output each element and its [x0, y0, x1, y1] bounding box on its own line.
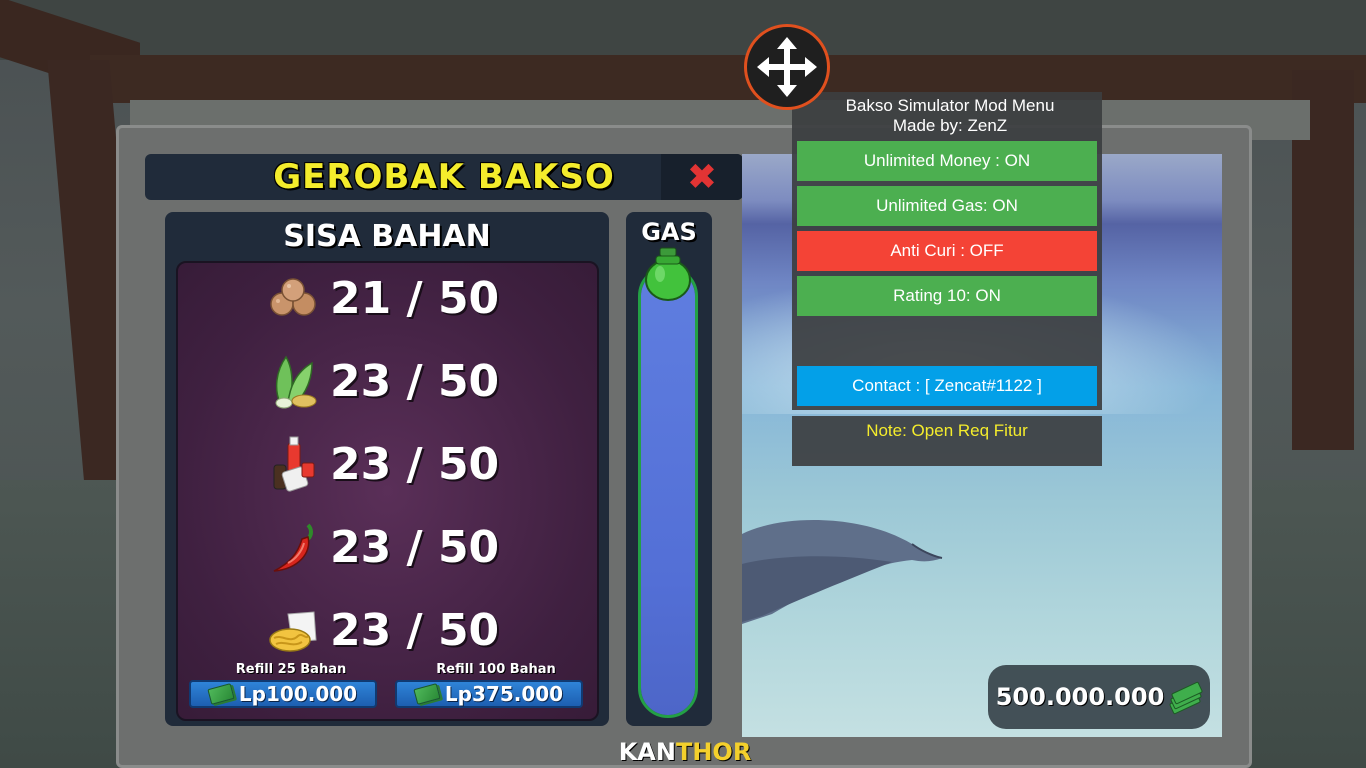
ingredient-row-sauce: 23 / 50 [268, 434, 588, 494]
money-stack-icon [1168, 681, 1204, 715]
mod-menu-title: Bakso Simulator Mod Menu Made by: ZenZ [792, 96, 1108, 136]
ingredient-row-noodles: 23 / 50 [268, 600, 588, 660]
mod-menu-note: Note: Open Req Fitur [792, 416, 1102, 466]
dolphin-image [742, 520, 943, 624]
cart-title: GEROBAK BAKSO [273, 157, 615, 197]
close-button[interactable]: ✖ [661, 154, 743, 200]
close-x-icon: ✖ [686, 156, 718, 198]
gas-gauge-fill [641, 269, 695, 715]
gas-gauge [638, 266, 698, 718]
ingredient-amount: 21 / 50 [330, 272, 500, 324]
mod-menu-title-line1: Bakso Simulator Mod Menu [845, 96, 1055, 115]
brand-part2: THOR [675, 738, 752, 766]
money-icon [413, 683, 441, 705]
ingredient-row-meatball: 21 / 50 [268, 268, 588, 328]
noodles-icon [268, 604, 320, 656]
ingredient-row-vegetable: 23 / 50 [268, 351, 588, 411]
scene-ceiling [0, 0, 1366, 60]
gas-tank-icon [642, 246, 694, 304]
toggle-unlimited-money[interactable]: Unlimited Money : ON [797, 141, 1097, 181]
refill-small-label: Refill 25 Bahan [235, 662, 347, 677]
brand-part1: KAN [618, 738, 676, 766]
ingredient-amount: 23 / 50 [330, 604, 500, 656]
sauce-bottles-icon [268, 436, 320, 492]
ingredient-amount: 23 / 50 [330, 438, 500, 490]
toggle-rating-10[interactable]: Rating 10: ON [797, 276, 1097, 316]
contact-button[interactable]: Contact : [ Zencat#1122 ] [797, 366, 1097, 406]
refill-small-button[interactable]: Lp100.000 [189, 680, 377, 708]
refill-large-button[interactable]: Lp375.000 [395, 680, 583, 708]
money-balance: 500.000.000 [988, 665, 1210, 729]
meatball-icon [268, 272, 320, 324]
toggle-unlimited-gas[interactable]: Unlimited Gas: ON [797, 186, 1097, 226]
money-balance-value: 500.000.000 [995, 683, 1165, 711]
gas-title: GAS [641, 218, 697, 246]
refill-large-label: Refill 100 Bahan [436, 662, 556, 677]
brand-logo: KAN THOR [600, 736, 770, 768]
chili-pepper-icon [268, 521, 320, 573]
ingredient-amount: 23 / 50 [330, 355, 500, 407]
toggle-anti-curi[interactable]: Anti Curi : OFF [797, 231, 1097, 271]
vegetable-noodle-icon [268, 355, 320, 409]
scene-beam [90, 55, 1366, 103]
mod-menu-title-line2: Made by: ZenZ [892, 116, 1008, 135]
ingredients-title: SISA BAHAN [283, 218, 491, 254]
move-arrows-icon [757, 37, 817, 97]
money-icon [207, 683, 235, 705]
ingredient-amount: 23 / 50 [330, 521, 500, 573]
refill-large-price: Lp375.000 [444, 682, 564, 706]
refill-small-price: Lp100.000 [238, 682, 358, 706]
ingredient-row-chili: 23 / 50 [268, 517, 588, 577]
